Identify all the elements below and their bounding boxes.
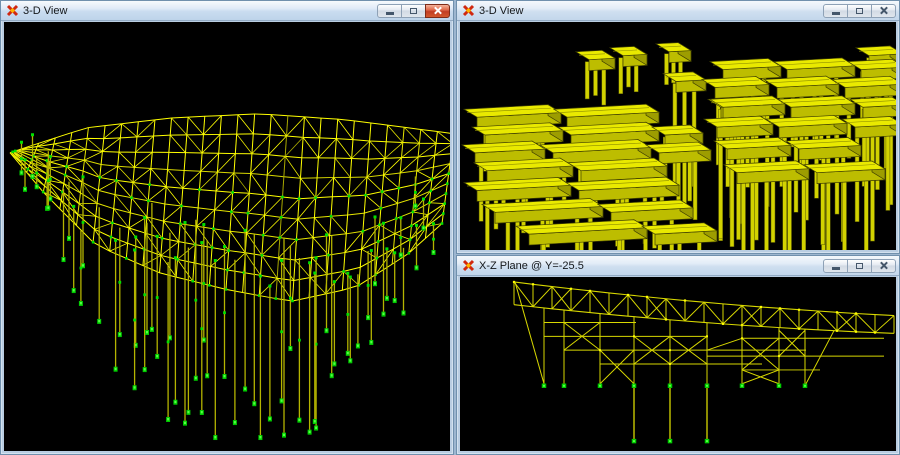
app-icon[interactable]: [461, 4, 475, 18]
viewport-3d-wireframe[interactable]: [4, 22, 450, 451]
window-title: 3-D View: [479, 5, 824, 17]
close-icon: [433, 6, 442, 15]
restore-icon: [410, 8, 417, 14]
titlebar[interactable]: 3-D View: [457, 1, 899, 21]
titlebar[interactable]: X-Z Plane @ Y=-25.5: [457, 256, 899, 276]
minimize-button[interactable]: [823, 4, 848, 18]
restore-icon: [856, 263, 863, 269]
close-icon: [879, 261, 888, 270]
titlebar[interactable]: 3-D View: [1, 1, 453, 21]
viewport-3d-extruded[interactable]: [460, 22, 896, 250]
app-icon[interactable]: [461, 259, 475, 273]
window-title: 3-D View: [23, 5, 378, 17]
window-title: X-Z Plane @ Y=-25.5: [479, 260, 824, 272]
restore-button[interactable]: [847, 4, 872, 18]
close-button[interactable]: [871, 4, 896, 18]
close-button[interactable]: [871, 259, 896, 273]
window-3d-view-extruded: 3-D View: [456, 0, 900, 254]
minimize-button[interactable]: [377, 4, 402, 18]
close-button[interactable]: [425, 4, 450, 18]
close-icon: [879, 6, 888, 15]
minimize-button[interactable]: [823, 259, 848, 273]
window-3d-view-primary: 3-D View: [0, 0, 454, 455]
app-icon[interactable]: [5, 4, 19, 18]
minimize-icon: [832, 12, 840, 15]
window-xz-plane: X-Z Plane @ Y=-25.5: [456, 255, 900, 455]
minimize-icon: [832, 267, 840, 270]
restore-icon: [856, 8, 863, 14]
restore-button[interactable]: [847, 259, 872, 273]
minimize-icon: [386, 12, 394, 15]
restore-button[interactable]: [401, 4, 426, 18]
viewport-xz-plane[interactable]: [460, 277, 896, 451]
